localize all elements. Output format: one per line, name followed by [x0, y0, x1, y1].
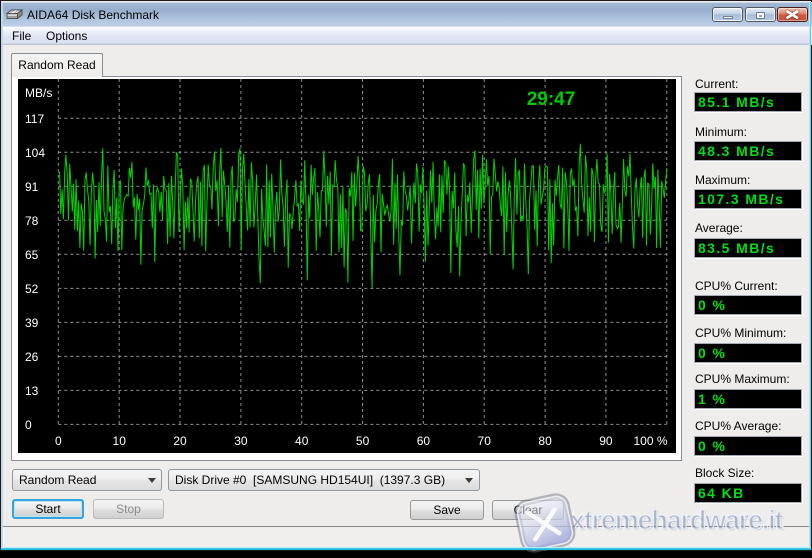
svg-text:40: 40 — [295, 434, 309, 448]
svg-text:0: 0 — [25, 418, 32, 432]
svg-text:29:47: 29:47 — [527, 89, 576, 110]
svg-text:60: 60 — [417, 434, 431, 448]
svg-text:50: 50 — [356, 434, 370, 448]
svg-text:13: 13 — [25, 384, 39, 398]
svg-text:78: 78 — [25, 214, 39, 228]
svg-text:100 %: 100 % — [633, 434, 667, 448]
svg-text:52: 52 — [25, 282, 39, 296]
svg-text:MB/s: MB/s — [25, 86, 52, 100]
svg-text:80: 80 — [538, 434, 552, 448]
svg-text:65: 65 — [25, 248, 39, 262]
svg-text:10: 10 — [113, 434, 127, 448]
svg-text:90: 90 — [599, 434, 613, 448]
svg-text:20: 20 — [173, 434, 187, 448]
svg-text:91: 91 — [25, 180, 39, 194]
svg-text:26: 26 — [25, 350, 39, 364]
svg-text:39: 39 — [25, 316, 39, 330]
svg-text:0: 0 — [55, 434, 62, 448]
svg-text:117: 117 — [25, 112, 44, 126]
svg-text:30: 30 — [234, 434, 248, 448]
svg-text:104: 104 — [25, 146, 45, 160]
svg-text:70: 70 — [478, 434, 492, 448]
